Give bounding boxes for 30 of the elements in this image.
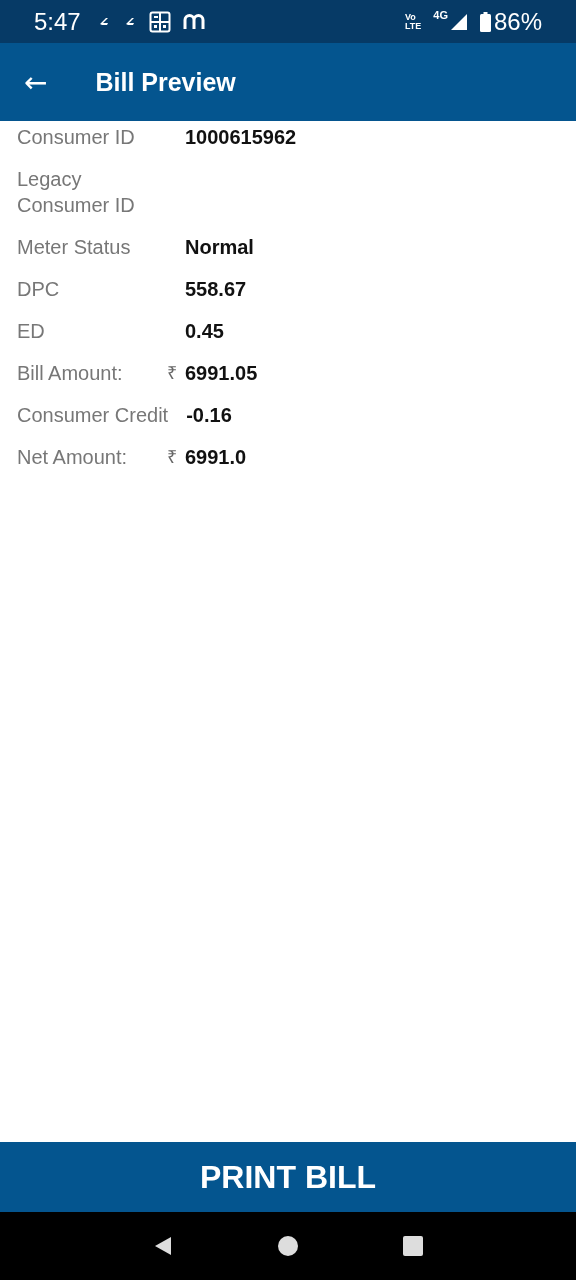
field-label: Consumer Credit — [17, 403, 169, 428]
calculator-icon — [148, 10, 171, 33]
field-label: Legacy Consumer ID — [17, 167, 136, 218]
field-label: DPC — [17, 277, 61, 302]
field-value: 6991.05 — [185, 361, 258, 386]
field-value: Normal — [185, 235, 254, 260]
field-label: Bill Amount: — [17, 361, 124, 386]
m-logo-icon — [182, 13, 205, 30]
field-value: 0.45 — [185, 319, 224, 344]
field-label: Net Amount: — [17, 445, 129, 470]
battery-icon — [479, 11, 491, 32]
signal-icon — [449, 12, 468, 31]
field-value: 1000615962 — [185, 125, 297, 150]
field-value: -0.16 — [186, 403, 232, 428]
field-label: Meter Status — [17, 235, 132, 260]
volte-indicator: Vo LTE — [404, 12, 422, 31]
currency-symbol: ₹ — [167, 447, 177, 467]
print-bill-button[interactable]: PRINT BILL — [0, 1142, 576, 1212]
screen-title: Bill Preview — [95, 67, 236, 97]
field-label: Consumer ID — [17, 125, 136, 150]
battery-percent: 86% — [493, 7, 542, 36]
status-time: 5:47 — [34, 7, 81, 36]
currency-symbol: ₹ — [167, 363, 177, 383]
home-nav-icon[interactable] — [277, 1235, 299, 1257]
field-value: 558.67 — [185, 277, 247, 302]
back-button[interactable]: ← — [20, 65, 52, 99]
field-label: ED — [17, 319, 46, 344]
field-value: 6991.0 — [185, 445, 247, 470]
recents-nav-icon[interactable] — [402, 1235, 425, 1257]
network-type: 4G — [433, 9, 448, 21]
